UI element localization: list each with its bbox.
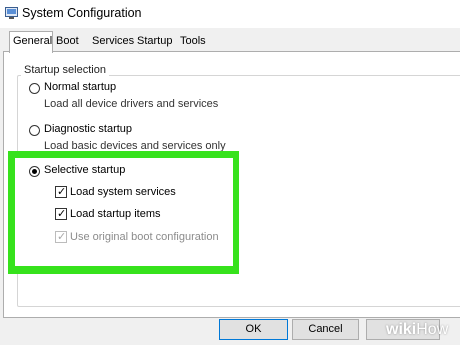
load-system-services-label[interactable]: Load system services xyxy=(70,186,176,198)
selective-startup-radio[interactable] xyxy=(29,166,40,177)
startup-selection-label: Startup selection xyxy=(21,64,109,76)
tab-boot-label: Boot xyxy=(56,35,79,47)
normal-startup-description: Load all device drivers and services xyxy=(44,98,219,110)
wikihow-watermark: wikiHow xyxy=(386,321,448,339)
tab-startup-label: Startup xyxy=(137,35,173,47)
tab-startup[interactable]: Startup xyxy=(137,33,172,51)
tab-tools[interactable]: Tools xyxy=(180,33,206,51)
normal-startup-radio[interactable] xyxy=(29,83,40,94)
checkmark-icon: ✓ xyxy=(57,231,67,243)
load-system-services-checkbox[interactable]: ✓ xyxy=(55,186,67,198)
load-startup-items-label[interactable]: Load startup items xyxy=(70,208,161,220)
watermark-bold: wiki xyxy=(386,321,417,338)
tab-boot[interactable]: Boot xyxy=(56,33,79,51)
use-original-boot-config-label: Use original boot configuration xyxy=(70,231,219,243)
tab-general-label: General xyxy=(13,35,53,47)
checkmark-icon: ✓ xyxy=(57,208,67,220)
ok-button[interactable]: OK xyxy=(219,319,288,340)
cancel-button[interactable]: Cancel xyxy=(292,319,359,340)
diagnostic-startup-label[interactable]: Diagnostic startup xyxy=(44,123,132,135)
tab-services[interactable]: Services xyxy=(92,33,134,51)
tab-strip: General Boot Services Startup Tools xyxy=(0,31,460,53)
tab-general[interactable]: General xyxy=(9,31,53,53)
load-startup-items-checkbox[interactable]: ✓ xyxy=(55,208,67,220)
window-title: System Configuration xyxy=(22,6,142,20)
msconfig-app-icon xyxy=(5,7,18,19)
normal-startup-label[interactable]: Normal startup xyxy=(44,81,116,93)
diagnostic-startup-radio[interactable] xyxy=(29,125,40,136)
tab-tools-label: Tools xyxy=(180,35,206,47)
watermark-light: How xyxy=(416,321,449,338)
use-original-boot-config-checkbox: ✓ xyxy=(55,231,67,243)
tab-services-label: Services xyxy=(92,35,135,47)
title-bar: System Configuration xyxy=(0,0,460,28)
selective-startup-label[interactable]: Selective startup xyxy=(44,164,125,176)
checkmark-icon: ✓ xyxy=(57,186,67,198)
